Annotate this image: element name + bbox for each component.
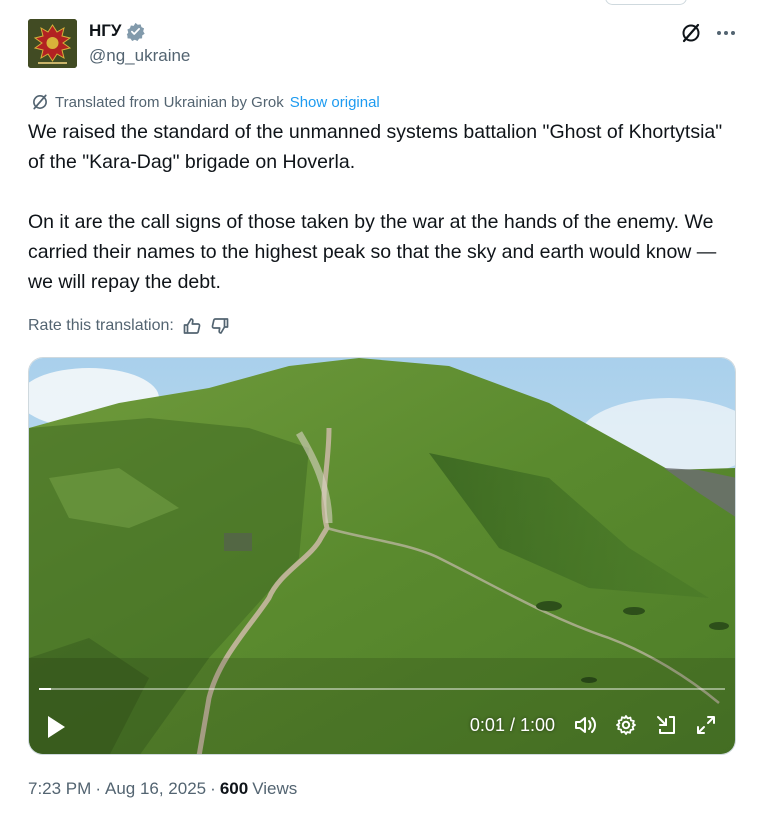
- meta-separator: ·: [95, 779, 101, 798]
- previous-post-stub: [605, 0, 687, 5]
- ngu-emblem-icon: [28, 19, 77, 68]
- thumbs-up-icon[interactable]: [182, 316, 202, 336]
- views-count: 600: [219, 779, 249, 798]
- post-header: НГУ @ng_ukraine: [28, 18, 742, 70]
- settings-gear-icon[interactable]: [615, 714, 637, 736]
- avatar[interactable]: [28, 19, 77, 68]
- mountain-video-frame: [29, 358, 735, 754]
- author-handle[interactable]: @ng_ukraine: [89, 46, 190, 66]
- video-time: 0:01 / 1:00: [469, 714, 555, 735]
- fullscreen-icon[interactable]: [695, 714, 717, 736]
- more-icon[interactable]: [716, 30, 736, 36]
- translation-notice: Translated from Ukrainian by Grok Show o…: [31, 93, 380, 111]
- show-original-link[interactable]: Show original: [290, 94, 380, 111]
- grok-translate-icon[interactable]: [680, 22, 702, 44]
- rate-label: Rate this translation:: [28, 317, 174, 334]
- rate-translation: Rate this translation:: [28, 316, 230, 336]
- picture-in-picture-icon[interactable]: [655, 714, 677, 736]
- post-meta: 7:23 PM · Aug 16, 2025 · 600 Views: [28, 779, 297, 799]
- thumbs-down-icon[interactable]: [210, 316, 230, 336]
- tweet-text: We raised the standard of the unmanned s…: [28, 121, 723, 293]
- play-icon[interactable]: [45, 714, 67, 745]
- translation-label: Translated from Ukrainian by Grok: [55, 93, 284, 111]
- verified-badge-icon: [126, 22, 145, 41]
- views-label: Views: [252, 779, 298, 798]
- author-name[interactable]: НГУ: [89, 21, 122, 41]
- volume-icon[interactable]: [573, 714, 597, 736]
- video-progress-fill: [39, 688, 51, 690]
- video-progress-bar[interactable]: [39, 688, 725, 690]
- post-time[interactable]: 7:23 PM: [28, 779, 91, 799]
- meta-separator-2: ·: [210, 779, 216, 798]
- video-player[interactable]: 0:01 / 1:00: [28, 357, 736, 755]
- post-date[interactable]: Aug 16, 2025: [105, 779, 206, 799]
- grok-icon: [33, 94, 47, 110]
